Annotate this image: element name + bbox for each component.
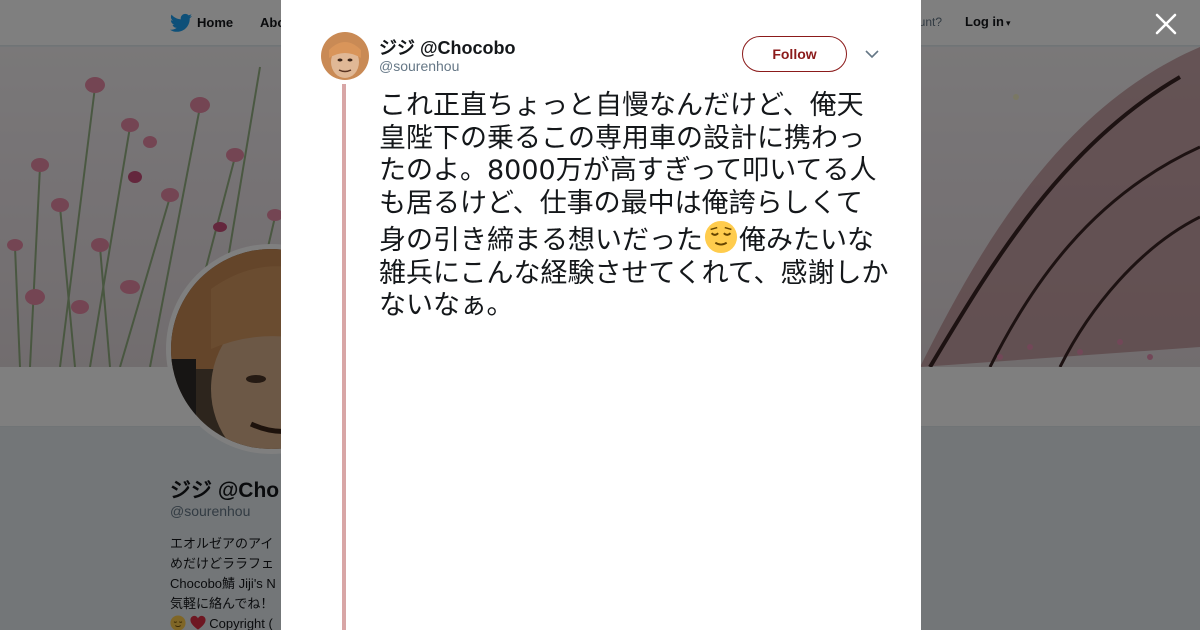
- follow-button[interactable]: Follow: [742, 36, 847, 72]
- author-avatar-image: [321, 32, 369, 80]
- tweet-author-handle[interactable]: @sourenhou: [379, 58, 459, 74]
- tweet-text: これ正直ちょっと自慢なんだけど、俺天皇陛下の乗るこの専用車の設計に携わったのよ。…: [379, 90, 889, 323]
- thread-line: [342, 84, 346, 630]
- close-icon[interactable]: [1154, 12, 1178, 36]
- relieved-face-emoji: [704, 220, 738, 254]
- chevron-down-icon[interactable]: [864, 47, 880, 61]
- tweet-author-name[interactable]: ジジ @Chocobo: [379, 34, 516, 60]
- tweet-author-avatar[interactable]: [321, 32, 369, 80]
- tweet-modal: ジジ @Chocobo @sourenhou Follow これ正直ちょっと自慢…: [281, 0, 921, 630]
